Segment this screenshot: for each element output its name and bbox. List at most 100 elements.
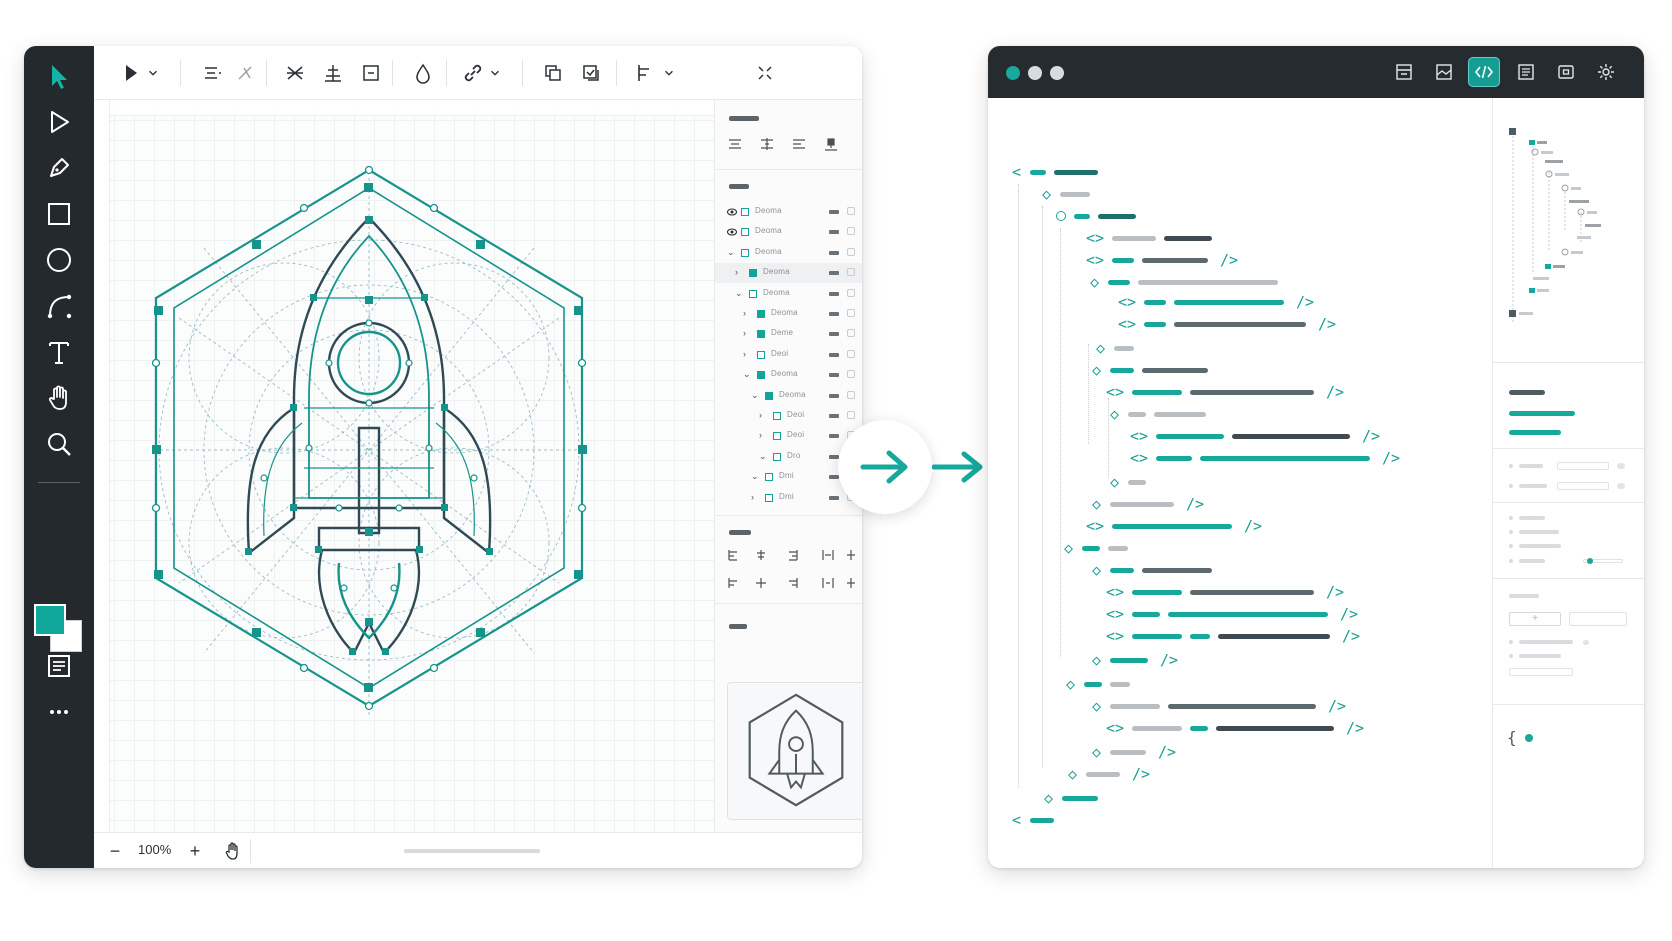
- lock-icon[interactable]: [829, 414, 839, 418]
- link-icon[interactable]: [847, 247, 855, 256]
- property-field[interactable]: [1509, 668, 1573, 676]
- direct-select-icon[interactable]: [37, 102, 81, 142]
- node-toggle-icon[interactable]: ◇: [1092, 496, 1101, 512]
- lock-icon[interactable]: [829, 373, 839, 378]
- link-icon[interactable]: [847, 227, 855, 236]
- code-line[interactable]: <> />: [988, 606, 1488, 622]
- lock-icon[interactable]: [829, 454, 839, 459]
- zoom-in-button[interactable]: +: [184, 840, 206, 862]
- link-icon[interactable]: [847, 288, 855, 297]
- lock-icon[interactable]: [829, 271, 839, 276]
- layer-row[interactable]: ⌄ Deoma: [715, 386, 862, 406]
- chevron-right-icon[interactable]: ›: [743, 308, 746, 318]
- chevron-down-icon[interactable]: [662, 58, 676, 88]
- chevron-right-icon[interactable]: ›: [751, 492, 754, 502]
- node-toggle-icon[interactable]: ◇: [1096, 340, 1105, 356]
- code-line[interactable]: ◇ />: [988, 766, 1488, 782]
- code-line[interactable]: ◇ />: [988, 652, 1488, 668]
- fill-color-swatch[interactable]: [34, 604, 66, 636]
- code-line[interactable]: ◇: [988, 474, 1488, 490]
- code-line[interactable]: ◇: [988, 562, 1488, 578]
- zoom-out-button[interactable]: −: [104, 840, 126, 862]
- chevron-down-icon[interactable]: ⌄: [735, 288, 743, 299]
- align-left-icon[interactable]: [634, 58, 656, 88]
- layer-row[interactable]: › Deoi: [715, 345, 862, 365]
- link-icon[interactable]: [462, 58, 484, 88]
- node-toggle-icon[interactable]: ◇: [1110, 406, 1119, 422]
- code-line[interactable]: ◇: [988, 340, 1488, 356]
- code-line[interactable]: <> />: [988, 628, 1488, 644]
- link-icon[interactable]: [847, 268, 855, 277]
- align-center-icon[interactable]: [198, 58, 224, 88]
- text-tool-icon[interactable]: [37, 332, 81, 372]
- ellipse-icon[interactable]: [37, 240, 81, 280]
- panel-icon[interactable]: [37, 646, 81, 686]
- distribute-icon[interactable]: [234, 58, 256, 88]
- zoom-icon[interactable]: [37, 424, 81, 464]
- code-line[interactable]: ◇ />: [988, 744, 1488, 760]
- zoom-level[interactable]: 100%: [138, 842, 171, 857]
- chevron-down-icon[interactable]: [146, 58, 160, 88]
- image-icon[interactable]: [1428, 57, 1460, 87]
- code-line[interactable]: <>: [988, 230, 1488, 246]
- export-preview[interactable]: [727, 682, 862, 820]
- property-row[interactable]: [1509, 482, 1633, 492]
- node-toggle-icon[interactable]: ◇: [1092, 698, 1101, 714]
- code-line[interactable]: [988, 208, 1488, 224]
- align-icons[interactable]: [727, 136, 847, 152]
- node-toggle-icon[interactable]: ◇: [1066, 676, 1075, 692]
- convert-arrow-button[interactable]: [838, 420, 932, 514]
- code-line[interactable]: ◇ />: [988, 496, 1488, 512]
- window-dot[interactable]: [1028, 66, 1042, 80]
- node-toggle-icon[interactable]: ◇: [1042, 186, 1051, 202]
- layer-row[interactable]: › Deoma: [715, 263, 862, 284]
- layer-row[interactable]: › Dmi: [715, 488, 862, 508]
- code-line[interactable]: <> />: [988, 316, 1488, 332]
- duplicate-icon[interactable]: [542, 58, 564, 88]
- slider-row[interactable]: [1509, 556, 1629, 566]
- hand-icon[interactable]: [37, 378, 81, 418]
- lock-icon[interactable]: [829, 230, 839, 235]
- list-icon[interactable]: [1510, 57, 1542, 87]
- distribute-icons[interactable]: [727, 548, 857, 598]
- chevron-down-icon[interactable]: ⌄: [751, 471, 759, 482]
- bezier-curve-icon[interactable]: [37, 286, 81, 326]
- node-toggle-icon[interactable]: ◇: [1064, 540, 1073, 556]
- frame-icon[interactable]: [1550, 57, 1582, 87]
- link-icon[interactable]: [847, 309, 855, 317]
- code-line[interactable]: <> />: [988, 428, 1488, 444]
- link-icon[interactable]: [847, 329, 855, 338]
- layer-row[interactable]: ⌄ Deoma: [715, 243, 862, 263]
- node-toggle-icon[interactable]: ◇: [1092, 562, 1101, 578]
- code-line[interactable]: <> />: [988, 518, 1488, 534]
- dom-tree-minimap[interactable]: [1505, 122, 1625, 332]
- chevron-down-icon[interactable]: ⌄: [759, 451, 767, 462]
- link-icon[interactable]: [847, 390, 855, 399]
- collapse-icon[interactable]: [754, 58, 776, 88]
- lock-icon[interactable]: [829, 434, 839, 439]
- eye-icon[interactable]: [727, 228, 737, 236]
- slider-thumb[interactable]: [1587, 558, 1593, 564]
- property-value[interactable]: [1509, 430, 1561, 435]
- horizontal-scrollbar[interactable]: [404, 849, 540, 853]
- link-icon[interactable]: [847, 207, 855, 215]
- chevron-right-icon[interactable]: ›: [735, 267, 738, 277]
- select-mode-icon[interactable]: [120, 58, 142, 88]
- node-toggle-icon[interactable]: ◇: [1110, 474, 1119, 490]
- code-line[interactable]: <: [988, 812, 1488, 828]
- flip-icon[interactable]: [284, 58, 306, 88]
- copy-style-icon[interactable]: [580, 58, 602, 88]
- chevron-right-icon[interactable]: ›: [759, 430, 762, 440]
- boolean-union-icon[interactable]: [412, 58, 434, 88]
- layer-row[interactable]: Deoma: [715, 222, 862, 242]
- window-dot[interactable]: [1006, 66, 1020, 80]
- chevron-down-icon[interactable]: ⌄: [751, 390, 759, 401]
- code-icon[interactable]: [1468, 57, 1500, 87]
- code-line[interactable]: ◇: [988, 676, 1488, 692]
- property-value[interactable]: [1509, 411, 1575, 416]
- lock-icon[interactable]: [829, 393, 839, 398]
- code-line[interactable]: <: [988, 164, 1488, 180]
- chevron-right-icon[interactable]: ›: [743, 328, 746, 338]
- node-toggle-icon[interactable]: ◇: [1092, 362, 1101, 378]
- layer-row[interactable]: › Deoi: [715, 426, 862, 446]
